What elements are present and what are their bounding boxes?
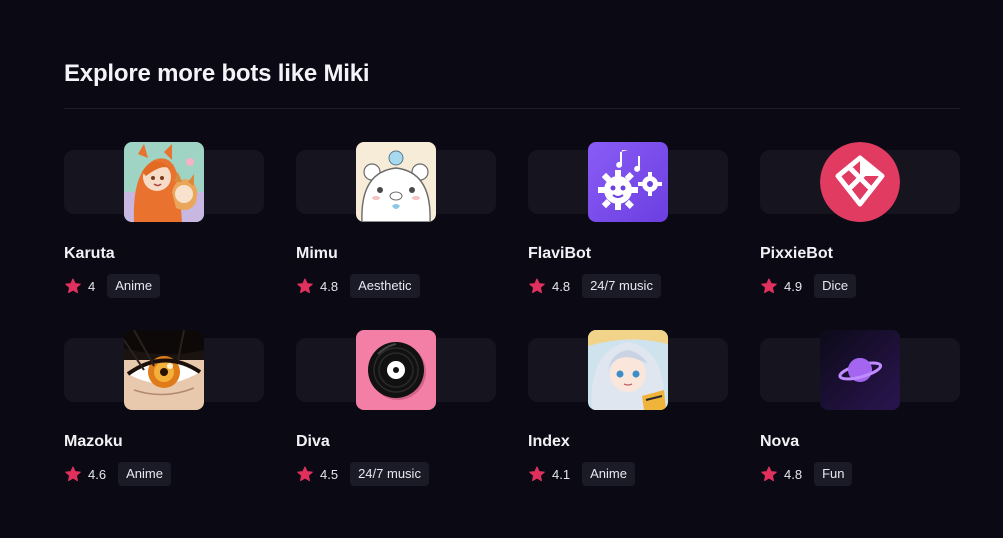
- vinyl-record-avatar-icon: [356, 330, 436, 410]
- bot-tag[interactable]: Dice: [814, 274, 857, 298]
- bot-meta: 4.8 24/7 music: [528, 274, 661, 298]
- bot-name: Diva: [296, 433, 330, 450]
- bot-card-pixxiebot[interactable]: PixxieBot 4.9 Dice: [760, 142, 960, 302]
- bot-meta: 4.1 Anime: [528, 462, 635, 486]
- bot-tag[interactable]: Anime: [118, 462, 171, 486]
- bot-tag[interactable]: Fun: [814, 462, 853, 486]
- pink-dice-logo-avatar-icon: [820, 142, 900, 222]
- bot-name: FlaviBot: [528, 245, 592, 262]
- bot-tag[interactable]: 24/7 music: [582, 274, 661, 298]
- bot-rating: 4.8: [552, 278, 571, 294]
- bot-card-mimu[interactable]: Mimu 4.8 Aesthetic: [296, 142, 496, 302]
- bot-name: PixxieBot: [760, 245, 833, 262]
- bot-meta: 4.9 Dice: [760, 274, 857, 298]
- bot-meta: 4.8 Fun: [760, 462, 853, 486]
- anime-silver-hair-avatar-icon: [588, 330, 668, 410]
- bot-card-diva[interactable]: Diva 4.5 24/7 music: [296, 330, 496, 490]
- star-icon: [761, 278, 777, 294]
- bot-name: Nova: [760, 433, 800, 450]
- bot-rating: 4: [88, 278, 96, 294]
- gears-music-avatar-icon: [588, 142, 668, 222]
- bot-rating: 4.6: [88, 466, 107, 482]
- star-icon: [529, 278, 545, 294]
- bot-card-nova[interactable]: Nova 4.8 Fun: [760, 330, 960, 490]
- bot-name: Mimu: [296, 245, 338, 262]
- bot-tag[interactable]: 24/7 music: [350, 462, 429, 486]
- bot-card-index[interactable]: Index 4.1 Anime: [528, 330, 728, 490]
- star-icon: [65, 466, 81, 482]
- planet-avatar-icon: [820, 330, 900, 410]
- bot-tag[interactable]: Anime: [582, 462, 635, 486]
- bot-meta: 4.6 Anime: [64, 462, 171, 486]
- anime-eye-avatar-icon: [124, 330, 204, 410]
- bot-rating: 4.9: [784, 278, 803, 294]
- bot-card-mazoku[interactable]: Mazoku 4.6 Anime: [64, 330, 264, 490]
- bot-rating: 4.8: [784, 466, 803, 482]
- star-icon: [761, 466, 777, 482]
- section-title: Explore more bots like Miki: [64, 60, 370, 87]
- star-icon: [297, 466, 313, 482]
- bot-meta: 4.8 Aesthetic: [296, 274, 420, 298]
- bot-name: Index: [528, 433, 570, 450]
- bot-name: Karuta: [64, 245, 115, 262]
- bot-rating: 4.5: [320, 466, 339, 482]
- star-icon: [529, 466, 545, 482]
- bot-rating: 4.1: [552, 466, 571, 482]
- star-icon: [297, 278, 313, 294]
- bot-name: Mazoku: [64, 433, 123, 450]
- star-icon: [65, 278, 81, 294]
- bot-tag[interactable]: Aesthetic: [350, 274, 420, 298]
- white-bear-avatar-icon: [356, 142, 436, 222]
- bot-meta: 4 Anime: [64, 274, 161, 298]
- bot-meta: 4.5 24/7 music: [296, 462, 429, 486]
- bot-rating: 4.8: [320, 278, 339, 294]
- bot-tag[interactable]: Anime: [107, 274, 161, 298]
- bot-card-karuta[interactable]: Karuta 4 Anime: [64, 142, 264, 302]
- anime-girls-avatar-icon: [124, 142, 204, 222]
- divider: [64, 108, 960, 109]
- bot-card-flavibot[interactable]: FlaviBot 4.8 24/7 music: [528, 142, 728, 302]
- bot-grid: Karuta 4 Anime Mimu 4.8 Aesthetic FlaviB…: [64, 142, 960, 492]
